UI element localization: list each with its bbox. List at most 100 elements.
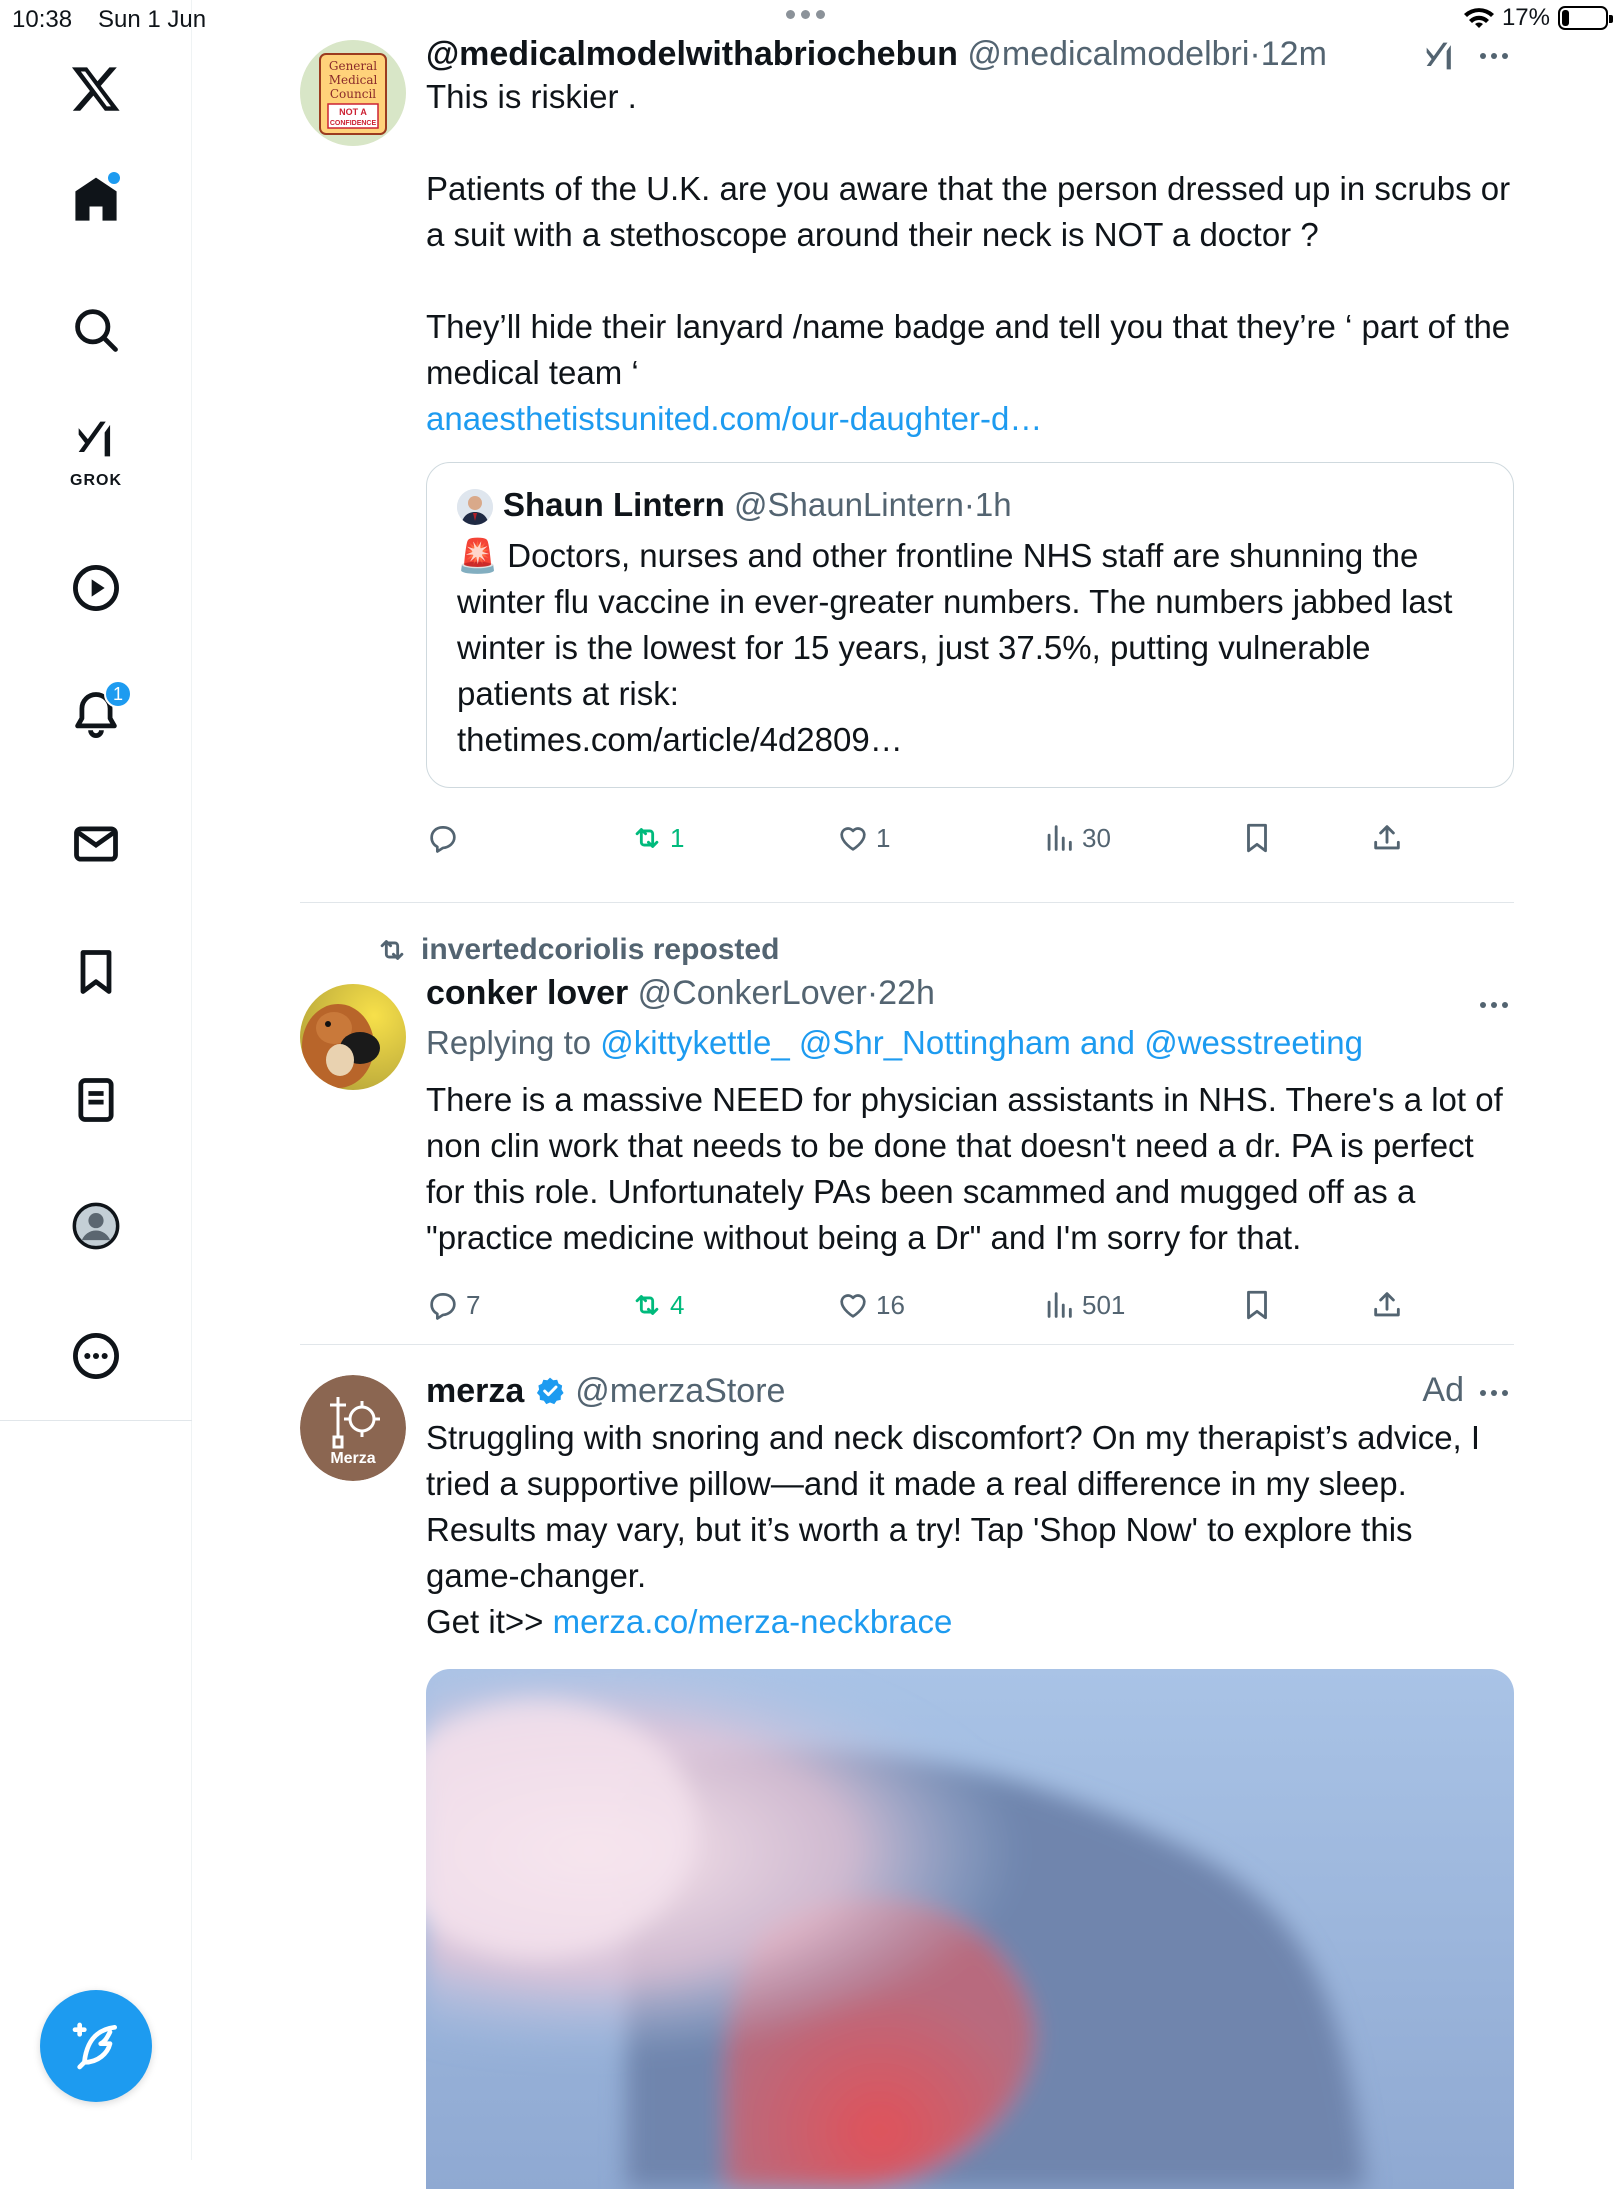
avatar-brand-text: Merza xyxy=(330,1450,375,1467)
lists-icon[interactable] xyxy=(56,1060,136,1140)
grok-icon[interactable]: GROK xyxy=(56,410,136,490)
author-handle[interactable]: @medicalmodelbri xyxy=(967,35,1249,73)
quote-author-handle[interactable]: @ShaunLintern xyxy=(734,486,964,523)
tweet-header: conker lover @ConkerLover·22h xyxy=(426,974,935,1012)
grok-label: GROK xyxy=(70,472,122,489)
author-handle[interactable]: @merzaStore xyxy=(575,1372,785,1410)
reply-icon xyxy=(430,1293,456,1320)
avatar-text-line: Council xyxy=(330,87,376,101)
home-new-dot xyxy=(108,172,120,184)
compose-post-button[interactable] xyxy=(40,1990,152,2102)
avatar-text-line: General xyxy=(329,59,377,73)
tweet-paragraph: They’ll hide their lanyard /name badge a… xyxy=(426,308,1511,391)
profile-avatar-icon[interactable] xyxy=(56,1186,136,1266)
promoted-tweet[interactable]: Merza merza @merzaStore Ad Struggling wi… xyxy=(300,1345,1514,2189)
quote-link[interactable]: thetimes.com/article/4d2809… xyxy=(457,721,903,758)
more-options-icon[interactable] xyxy=(1474,46,1514,66)
reply-count: 7 xyxy=(466,1289,481,1320)
views-button[interactable]: 30 xyxy=(1042,808,1111,868)
view-count: 501 xyxy=(1082,1289,1126,1320)
share-upload-icon xyxy=(1374,825,1400,850)
view-count: 30 xyxy=(1082,822,1111,853)
replying-to: Replying to @kittykettle_ @Shr_Nottingha… xyxy=(426,1023,1514,1063)
ad-video-media[interactable] xyxy=(426,1669,1514,2189)
views-button[interactable]: 501 xyxy=(1042,1275,1125,1335)
heart-icon xyxy=(840,827,866,851)
repost-icon xyxy=(635,828,659,849)
tweet-link[interactable]: anaesthetistsunited.com/our-daughter-d… xyxy=(426,400,1042,437)
bookmark-icon xyxy=(1247,1290,1267,1320)
avatar[interactable]: General Medical Council NOT A CONFIDENCE xyxy=(300,40,406,146)
author-name[interactable]: @medicalmodelwithabriochebun xyxy=(426,35,958,73)
tweet-actions: 1 1 30 xyxy=(426,808,1514,868)
home-icon[interactable] xyxy=(56,160,136,240)
quote-avatar[interactable] xyxy=(457,489,493,526)
quote-text: 🚨 Doctors, nurses and other frontline NH… xyxy=(457,533,1483,763)
quote-author-name[interactable]: Shaun Lintern xyxy=(503,486,725,523)
avatar[interactable]: Merza xyxy=(300,1375,406,1481)
bookmark-button[interactable] xyxy=(1240,808,1274,868)
x-logo-icon[interactable] xyxy=(56,48,136,128)
heart-icon xyxy=(840,1294,866,1318)
sidebar: GROK 1 xyxy=(0,0,192,2160)
get-it-label: Get it>> xyxy=(426,1603,544,1640)
reply-button[interactable] xyxy=(426,808,466,868)
avatar[interactable] xyxy=(300,984,406,1090)
more-options-icon[interactable] xyxy=(56,1316,136,1396)
quoted-tweet[interactable]: Shaun Lintern @ShaunLintern·1h 🚨 Doctors… xyxy=(426,462,1514,789)
notifications-bell-icon[interactable]: 1 xyxy=(56,674,136,754)
tweet-link[interactable]: merza.co/merza-neckbrace xyxy=(553,1603,953,1640)
share-button[interactable] xyxy=(1370,1275,1404,1335)
like-button[interactable]: 1 xyxy=(836,808,890,868)
messages-envelope-icon[interactable] xyxy=(56,804,136,884)
more-options-icon[interactable] xyxy=(1474,995,1514,1015)
repost-icon xyxy=(635,1295,659,1315)
repost-button[interactable]: 4 xyxy=(630,1275,684,1335)
tweet-time[interactable]: 22h xyxy=(878,974,935,1012)
views-chart-icon xyxy=(1047,1292,1072,1318)
views-chart-icon xyxy=(1047,825,1072,852)
sidebar-divider xyxy=(0,1420,192,1421)
author-handle[interactable]: @ConkerLover xyxy=(638,974,867,1012)
video-play-icon[interactable] xyxy=(56,548,136,628)
like-button[interactable]: 16 xyxy=(836,1275,905,1335)
tweet-cta-line: Get it>> merza.co/merza-neckbrace xyxy=(426,1599,1514,1645)
reposted-by-label: invertedcoriolis reposted xyxy=(421,933,780,966)
notifications-badge: 1 xyxy=(104,680,132,708)
ad-label: Ad xyxy=(1422,1371,1464,1409)
repost-button[interactable]: 1 xyxy=(630,808,684,868)
bookmarks-icon[interactable] xyxy=(56,932,136,1012)
tweet-paragraph: This is riskier . xyxy=(426,78,637,115)
replying-to-users[interactable]: @kittykettle_ @Shr_Nottingham and @wesst… xyxy=(600,1024,1363,1061)
battery-icon xyxy=(1558,6,1613,30)
tweet-header: merza @merzaStore xyxy=(426,1371,1514,1411)
like-count: 1 xyxy=(876,822,891,853)
more-options-icon[interactable] xyxy=(1474,1383,1514,1403)
tweet-text: There is a massive NEED for physician as… xyxy=(426,1081,1503,1256)
tweet-time[interactable]: 12m xyxy=(1261,35,1327,73)
author-name[interactable]: merza xyxy=(426,1372,524,1410)
repost-count: 4 xyxy=(670,1289,685,1320)
tweet[interactable]: General Medical Council NOT A CONFIDENCE… xyxy=(300,0,1514,903)
timeline-feed: General Medical Council NOT A CONFIDENCE… xyxy=(300,0,1514,2189)
siren-emoji-icon: 🚨 xyxy=(457,537,499,575)
reply-button[interactable]: 7 xyxy=(426,1275,480,1335)
grok-icon[interactable] xyxy=(1420,36,1460,76)
tweet-header: @medicalmodelwithabriochebun @medicalmod… xyxy=(426,35,1327,73)
repost-icon xyxy=(380,940,404,960)
avatar-text-line: NOT A xyxy=(339,107,367,117)
search-icon[interactable] xyxy=(56,290,136,370)
tweet-text: This is riskier . Patients of the U.K. a… xyxy=(426,74,1514,442)
like-count: 16 xyxy=(876,1289,905,1320)
tweet[interactable]: invertedcoriolis reposted conker lover @… xyxy=(300,903,1514,1345)
author-name[interactable]: conker lover xyxy=(426,974,628,1012)
avatar-text-line: CONFIDENCE xyxy=(330,120,377,127)
share-button[interactable] xyxy=(1370,808,1404,868)
repost-context[interactable]: invertedcoriolis reposted xyxy=(375,903,1514,967)
reply-icon xyxy=(430,826,456,854)
verified-badge-icon xyxy=(536,1377,564,1405)
quote-time[interactable]: 1h xyxy=(975,486,1012,523)
replying-to-prefix: Replying to xyxy=(426,1024,592,1061)
bookmark-button[interactable] xyxy=(1240,1275,1274,1335)
compose-feather-icon xyxy=(72,2022,117,2070)
